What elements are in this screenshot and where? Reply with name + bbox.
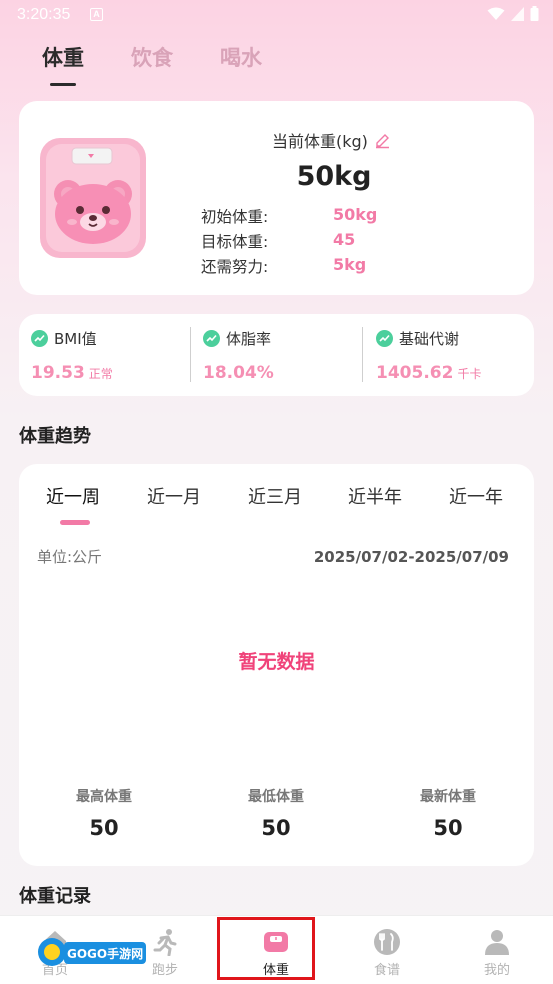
stat-bmi: BMI值 19.53 正常	[31, 328, 113, 383]
signal-icon	[511, 6, 524, 21]
current-weight-label-text: 当前体重(kg)	[272, 132, 368, 151]
target-weight-value: 45	[333, 230, 356, 249]
top-tabs: 体重 饮食 喝水	[42, 42, 262, 86]
nav-recipes[interactable]: 食谱	[332, 916, 442, 984]
trend-section-title: 体重趋势	[19, 426, 91, 447]
summary-min: 最低体重 50	[211, 786, 341, 840]
stat-unit: 千卡	[457, 367, 482, 381]
summary-value: 50	[89, 816, 119, 840]
summary-latest: 最新体重 50	[383, 786, 513, 840]
stat-value: 1405.62	[376, 363, 454, 383]
initial-weight-label: 初始体重:	[201, 208, 269, 226]
period-indicator	[60, 520, 90, 525]
highlight-box	[217, 917, 315, 980]
summary-value: 50	[261, 816, 291, 840]
remaining-value: 5kg	[333, 255, 367, 274]
remaining-label: 还需努力:	[201, 258, 269, 276]
nav-label: 我的	[483, 963, 510, 978]
tab-water[interactable]: 喝水	[220, 42, 262, 72]
stat-label: 基础代谢	[399, 330, 460, 348]
stat-bmr: 基础代谢 1405.62 千卡	[376, 328, 481, 383]
stat-value: 18.04%	[203, 363, 274, 383]
edit-icon[interactable]	[374, 132, 391, 149]
date-range: 2025/07/02-2025/07/09	[313, 548, 509, 566]
summary-max: 最高体重 50	[39, 786, 169, 840]
status-bar: 3:20:35 A	[0, 0, 553, 30]
period-tab-year[interactable]: 近一年	[449, 483, 503, 509]
trend-icon	[31, 330, 48, 347]
tab-diet[interactable]: 饮食	[131, 42, 173, 72]
period-tab-month[interactable]: 近一月	[147, 483, 201, 509]
summary-label: 最低体重	[248, 789, 304, 805]
user-icon	[485, 930, 509, 955]
trend-icon	[203, 330, 220, 347]
divider	[362, 327, 363, 382]
stat-label: 体脂率	[226, 330, 272, 348]
bear-scale-icon	[40, 138, 146, 258]
target-weight-label: 目标体重:	[201, 233, 269, 251]
battery-icon	[530, 6, 539, 21]
current-weight-label: 当前体重(kg)	[272, 128, 391, 152]
stat-body-fat: 体脂率 18.04%	[203, 328, 278, 383]
initial-weight-value: 50kg	[333, 205, 378, 224]
current-weight-card: 当前体重(kg) 50kg 初始体重: 50kg 目标体重: 45 还需努力: …	[19, 101, 534, 295]
stat-label: BMI值	[54, 330, 97, 348]
records-section-title: 体重记录	[19, 886, 91, 907]
notification-icon: A	[90, 8, 103, 21]
nav-profile[interactable]: 我的	[442, 916, 552, 984]
summary-label: 最高体重	[76, 789, 132, 805]
running-icon	[153, 929, 177, 956]
trend-icon	[376, 330, 393, 347]
weight-trend-card: 近一周 近一月 近三月 近半年 近一年 单位:公斤 2025/07/02-202…	[19, 464, 534, 866]
body-stats-card: BMI值 19.53 正常 体脂率 18.04% 基础代谢 1405.62 千卡	[19, 314, 534, 396]
tab-weight[interactable]: 体重	[42, 42, 84, 86]
period-tab-half-year[interactable]: 近半年	[348, 483, 402, 509]
nav-label: 食谱	[373, 963, 400, 978]
period-tab-quarter[interactable]: 近三月	[248, 483, 302, 509]
empty-state: 暂无数据	[238, 651, 315, 673]
summary-label: 最新体重	[420, 789, 476, 805]
svg-text:GOGO手游网: GOGO手游网	[67, 946, 143, 961]
status-time: 3:20:35	[17, 6, 71, 23]
period-tab-week[interactable]: 近一周	[46, 483, 100, 509]
stat-unit: 正常	[88, 367, 113, 381]
divider	[190, 327, 191, 382]
current-weight-value: 50kg	[296, 161, 372, 192]
unit-label: 单位:公斤	[37, 548, 103, 566]
watermark-logo: GOGO手游网	[38, 938, 146, 966]
wifi-icon	[487, 7, 505, 20]
summary-value: 50	[433, 816, 463, 840]
stat-value: 19.53	[31, 363, 85, 383]
utensils-icon	[374, 929, 400, 955]
status-icons	[487, 6, 539, 21]
